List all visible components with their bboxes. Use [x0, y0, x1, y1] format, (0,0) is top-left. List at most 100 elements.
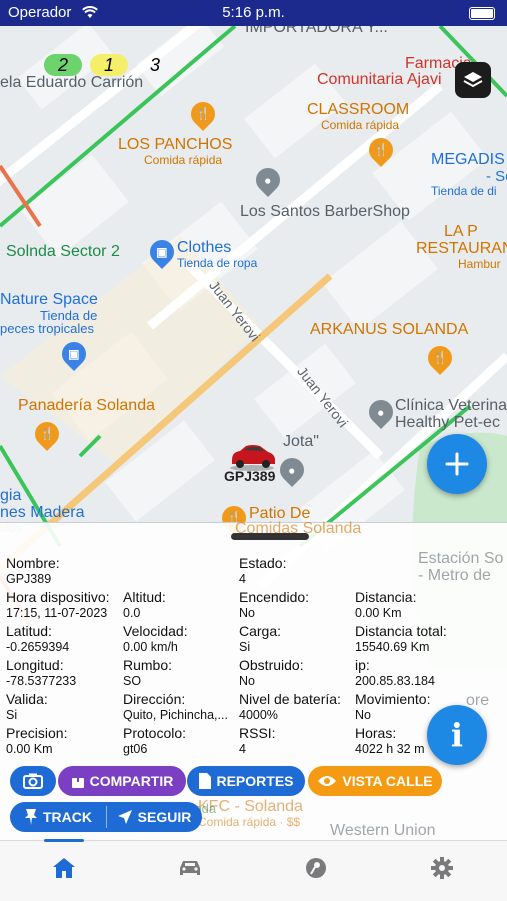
- detail-value: 4: [239, 572, 246, 586]
- detail-cell: Nombre: GPJ389: [6, 555, 60, 586]
- detail-key: Distancia:: [355, 589, 417, 605]
- detail-key: RSSI:: [239, 725, 276, 741]
- classroom-category: Comida rápida: [321, 117, 400, 132]
- detail-key: Longitud:: [6, 657, 64, 673]
- map-label-nature: Nature Space Tienda de peces tropicales: [0, 291, 98, 337]
- detail-value: 4022 h 32 m: [355, 742, 425, 756]
- detail-value: 4: [239, 742, 246, 756]
- reports-button[interactable]: REPORTES: [187, 766, 305, 796]
- share-button[interactable]: COMPARTIR: [58, 766, 186, 796]
- detail-cell: Horas: 4022 h 32 m: [355, 725, 425, 756]
- classroom-name: CLASSROOM: [307, 101, 410, 118]
- detail-value: GPJ389: [6, 572, 52, 586]
- info-button[interactable]: i: [427, 705, 487, 765]
- tab-settings[interactable]: [422, 853, 462, 883]
- status-time: 5:16 p.m.: [222, 4, 285, 21]
- clinica-line1: Clínica Veterina: [395, 397, 507, 414]
- estacion-line1: Estación So: [418, 550, 504, 567]
- map-label-arkanus: ARKANUS SOLANDA: [310, 321, 469, 338]
- map-label-clinica: Clínica Veterina Healthy Pet-ec: [395, 397, 507, 432]
- counter-offline[interactable]: 3: [136, 54, 174, 76]
- tab-places[interactable]: [296, 853, 336, 883]
- track-button[interactable]: TRACK: [10, 802, 106, 832]
- car-icon: [180, 861, 200, 875]
- share-icon: [71, 773, 84, 788]
- detail-cell: ip: 200.85.83.184: [355, 657, 435, 688]
- detail-cell: Carga: Si: [239, 623, 281, 654]
- nature-sub2: peces tropicales: [0, 321, 94, 337]
- map-label-megadis: MEGADIS - Sol Tienda de di: [431, 151, 507, 198]
- detail-cell: Dirección: Quito, Pichincha,...: [123, 691, 228, 722]
- detail-value: gt06: [123, 742, 148, 756]
- map-label-school: ela Eduardo Carrión: [0, 74, 144, 91]
- detail-cell: Precision: 0.00 Km: [6, 725, 67, 756]
- detail-value: No: [355, 708, 371, 722]
- detail-key: Nombre:: [6, 555, 60, 571]
- detail-key: Distancia total:: [355, 623, 447, 639]
- counter-idle[interactable]: 1: [90, 54, 128, 76]
- navigation-arrow-icon: [117, 810, 132, 824]
- megadis-sub: - Sol: [486, 167, 507, 185]
- detail-cell: RSSI: 4: [239, 725, 276, 756]
- detail-key: Precision:: [6, 725, 68, 741]
- detail-cell: Encendido: No: [239, 589, 309, 620]
- detail-key: ip:: [355, 657, 370, 673]
- detail-cell: Obstruido: No: [239, 657, 304, 688]
- detail-key: Hora dispositivo:: [6, 589, 110, 605]
- follow-label: SEGUIR: [137, 809, 192, 825]
- camera-icon: [23, 773, 43, 789]
- map-label-jota: Jota": [283, 433, 319, 450]
- clothes-name: Clothes: [177, 239, 232, 256]
- follow-button[interactable]: SEGUIR: [106, 802, 202, 832]
- eye-icon: [318, 776, 337, 786]
- detail-key: Obstruido:: [239, 657, 304, 673]
- device-counters: 2 1 3: [44, 54, 174, 76]
- detail-value: No: [239, 674, 255, 688]
- detail-cell: Longitud: -78.5377233: [6, 657, 76, 688]
- clothes-category: Tienda de ropa: [177, 255, 258, 270]
- map-label-estacion: Estación So - Metro de: [418, 550, 504, 585]
- detail-value: Si: [6, 708, 18, 722]
- nature-sub1: Tienda de: [40, 307, 98, 323]
- megadis-name: MEGADIS: [431, 151, 505, 168]
- nature-name: Nature Space: [0, 291, 98, 308]
- detail-value: Si: [239, 640, 251, 654]
- tab-home[interactable]: [44, 853, 84, 883]
- reports-label: REPORTES: [216, 773, 294, 789]
- tab-vehicles[interactable]: [170, 853, 210, 883]
- detail-key: Nivel de batería:: [239, 691, 341, 707]
- clinica-line2: Healthy Pet-ec: [395, 413, 500, 431]
- vehicle-marker[interactable]: GPJ389: [224, 442, 278, 484]
- home-icon: [53, 858, 75, 878]
- detail-key: Protocolo:: [123, 725, 187, 741]
- map-label-western: Western Union: [330, 822, 436, 839]
- detail-key: Horas:: [355, 725, 397, 741]
- detail-key: Velocidad:: [123, 623, 188, 639]
- detail-value: 17:15, 11-07-2023: [6, 606, 108, 620]
- layers-button[interactable]: [455, 62, 491, 98]
- madera-line1: gia: [0, 487, 22, 504]
- map-label-patio-2: Comidas Solanda: [235, 520, 362, 537]
- counter-online[interactable]: 2: [44, 54, 82, 76]
- megadis-category: Tienda de di: [431, 183, 497, 198]
- add-button[interactable]: [427, 434, 487, 494]
- gear-icon: [431, 857, 453, 879]
- map-label-la: LA P: [444, 223, 478, 240]
- plus-icon: [445, 452, 469, 476]
- detail-cell: Estado: 4: [239, 555, 286, 586]
- detail-value: -0.2659394: [6, 640, 70, 654]
- estacion-line2: - Metro de: [418, 566, 491, 584]
- map-label-solnda: Solnda Sector 2: [6, 243, 120, 260]
- detail-key: Altitud:: [123, 589, 166, 605]
- map-label-farmacia-line2: Comunitaria Ajavi: [317, 71, 442, 88]
- detail-key: Carga:: [239, 623, 282, 639]
- detail-value: 15540.69 Km: [355, 640, 430, 654]
- kfc-category: Comida rápida · $$: [198, 814, 301, 829]
- panchos-name: LOS PANCHOS: [118, 136, 233, 153]
- detail-cell: Nivel de batería: 4000%: [239, 691, 341, 722]
- detail-cell: Valida: Si: [6, 691, 48, 722]
- camera-button[interactable]: [10, 766, 56, 796]
- street-view-button[interactable]: VISTA CALLE: [308, 766, 442, 796]
- restaurant-name: RESTAURAN: [416, 240, 507, 257]
- map-label-importadora: IMPORTADORA Y...: [245, 26, 388, 36]
